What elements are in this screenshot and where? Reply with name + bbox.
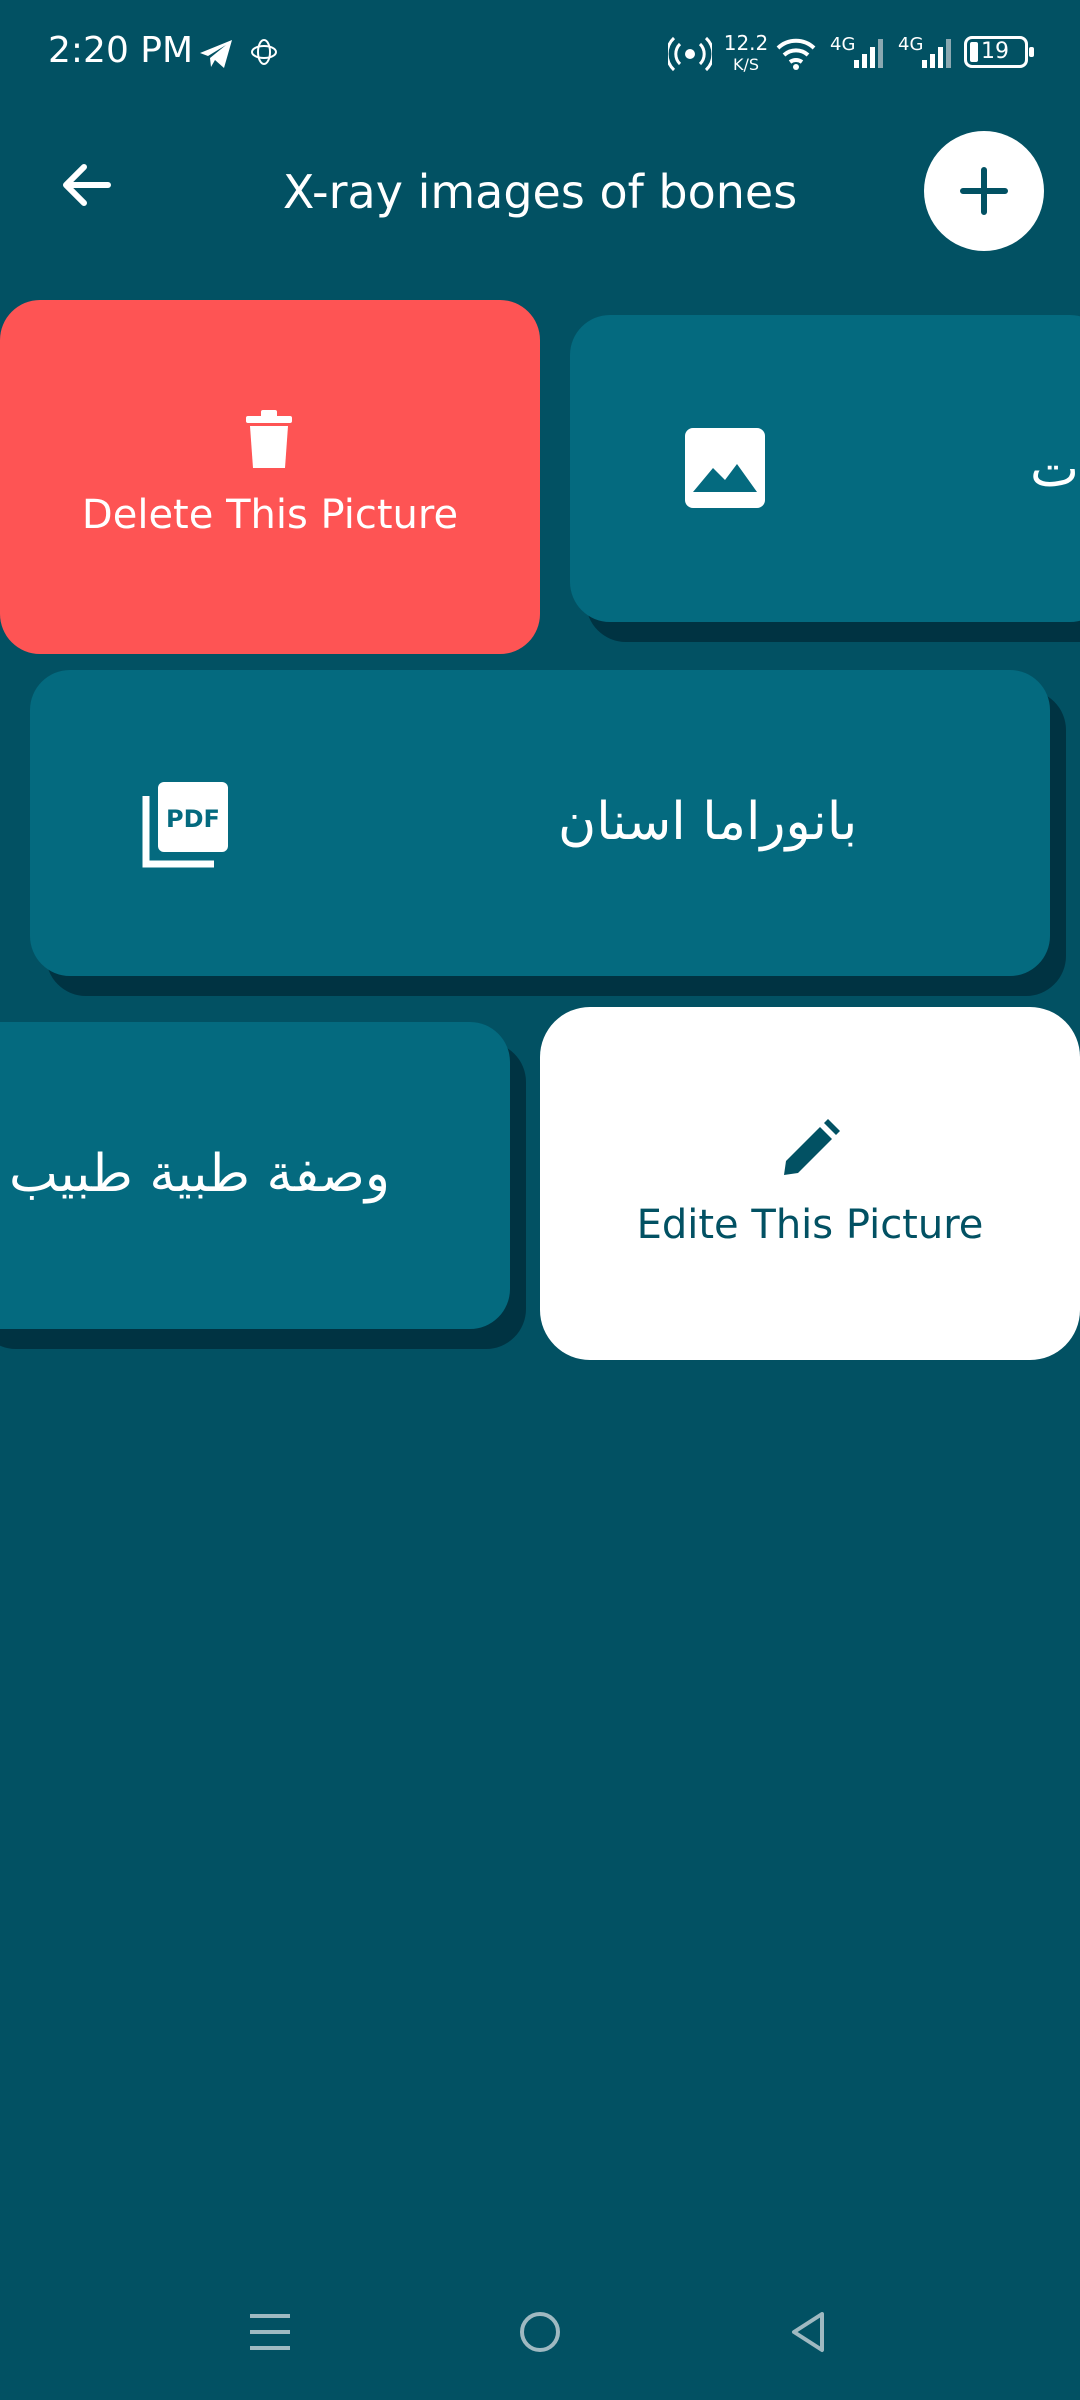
delete-picture-label: Delete This Picture <box>81 492 459 538</box>
menu-icon <box>250 2314 290 2350</box>
battery-icon: 19 <box>964 36 1034 68</box>
status-bar: 2:20 PM 12.2 K/S 4G 4G 19 <box>0 0 1080 110</box>
telegram-icon <box>198 36 234 76</box>
file-card-pdf[interactable]: PDF بانوراما اسنان <box>30 670 1050 976</box>
app-notification-icon <box>248 36 280 72</box>
file-card-label: ات <box>1030 439 1080 499</box>
back-nav-button[interactable] <box>786 2310 830 2358</box>
add-button[interactable] <box>924 131 1044 251</box>
delete-picture-button[interactable]: Delete This Picture <box>0 300 540 654</box>
file-card-image[interactable]: ات <box>570 315 1080 622</box>
svg-text:PDF: PDF <box>166 805 220 833</box>
pdf-icon: PDF <box>140 780 232 874</box>
signal-1-icon <box>852 36 886 74</box>
status-time: 2:20 PM <box>48 30 194 71</box>
plus-icon <box>960 167 1008 215</box>
network-speed-value: 12.2 <box>723 31 769 55</box>
wifi-icon <box>776 36 816 74</box>
edit-picture-button[interactable]: Edite This Picture <box>540 1007 1080 1360</box>
trash-icon <box>246 410 292 472</box>
home-nav-button[interactable] <box>518 2310 562 2358</box>
page-title: X-ray images of bones <box>282 165 798 219</box>
network-speed-unit: K/S <box>732 55 760 74</box>
hotspot-icon <box>665 34 715 78</box>
file-card-label: بانوراما اسنان <box>558 792 858 852</box>
network-speed: 12.2 K/S <box>722 32 770 76</box>
battery-level: 19 <box>981 39 1009 64</box>
pencil-icon <box>780 1119 840 1183</box>
menu-nav-button[interactable] <box>248 2310 292 2358</box>
file-card-prescription[interactable]: وصفة طبية طبيب ج <box>0 1022 510 1329</box>
image-icon <box>685 428 765 512</box>
home-circle-icon <box>520 2312 560 2352</box>
edit-picture-label: Edite This Picture <box>636 1202 984 1248</box>
back-triangle-icon <box>792 2312 824 2352</box>
file-card-label: وصفة طبية طبيب ج <box>0 1144 390 1204</box>
signal-2-icon <box>920 36 954 74</box>
